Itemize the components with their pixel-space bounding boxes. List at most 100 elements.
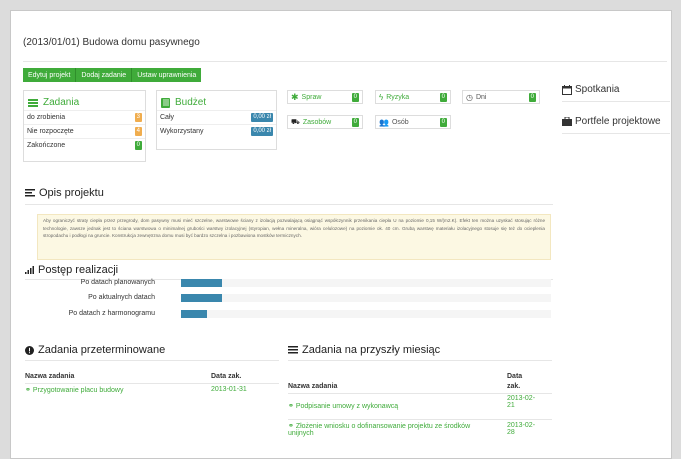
budget-box-header: Budżet xyxy=(157,91,276,110)
link-icon: ⚭ xyxy=(25,387,33,394)
tasks-row-todo[interactable]: do zrobienia 3 xyxy=(24,110,145,124)
stat-label: Zasobów xyxy=(302,118,332,126)
tasks-row-not-started[interactable]: Nie rozpoczęte 4 xyxy=(24,124,145,138)
count-badge: 3 xyxy=(134,113,142,122)
tasks-box-header: Zadania xyxy=(24,91,145,110)
portfolios-link[interactable]: Portfele projektowe xyxy=(562,116,661,127)
align-left-icon xyxy=(25,189,35,197)
overdue-heading: Zadania przeterminowane xyxy=(25,344,165,356)
project-page: (2013/01/01) Budowa domu pasywnego Edytu… xyxy=(10,10,672,459)
task-name-cont: unijnych xyxy=(288,430,314,437)
book-icon xyxy=(161,97,170,108)
stat-label-wrap: 👥 Osób xyxy=(379,118,409,127)
budget-row-label: Cały xyxy=(160,114,175,121)
overdue-title: Zadania przeterminowane xyxy=(38,344,166,356)
bolt-icon: ϟ xyxy=(379,92,384,102)
next-row-rule xyxy=(288,419,552,420)
stat-zasobow[interactable]: ⛟ Zasobów 0 xyxy=(287,115,363,129)
stat-osob[interactable]: 👥 Osób 0 xyxy=(375,115,451,129)
link-icon: ⚭ xyxy=(288,403,296,410)
tasks-box-title: Zadania xyxy=(43,97,80,108)
next-month-divider xyxy=(288,360,552,361)
next-task-link[interactable]: ⚭ Złożenie wniosku o dofinansowanie proj… xyxy=(288,422,470,437)
progress-fill xyxy=(181,279,222,287)
progress-track-planned xyxy=(181,279,551,287)
overdue-divider xyxy=(25,360,279,361)
toolbar: Edytuj projekt Dodaj zadanie Ustaw upraw… xyxy=(23,68,202,82)
briefcase-icon xyxy=(562,117,572,126)
task-name: Podpisanie umowy z wykonawcą xyxy=(295,403,399,410)
add-task-button[interactable]: Dodaj zadanie xyxy=(76,68,133,82)
amount-badge: 0,00 zł xyxy=(251,113,273,122)
date-line: 2013-02- xyxy=(507,422,536,429)
stat-ryzyka[interactable]: ϟ Ryzyka 0 xyxy=(375,90,451,104)
next-col-date-2: zak. xyxy=(507,383,521,390)
overdue-col-name: Nazwa zadania xyxy=(25,373,75,380)
progress-label-actual: Po aktualnych datach xyxy=(88,294,155,301)
next-col-name: Nazwa zadania xyxy=(288,383,338,390)
meetings-link[interactable]: Spotkania xyxy=(562,84,619,95)
list-icon xyxy=(288,346,298,354)
exclamation-circle-icon xyxy=(25,345,34,355)
tasks-row-label: Zakończone xyxy=(27,142,66,149)
next-month-title: Zadania na przyszły miesiąc xyxy=(302,344,441,356)
next-header-rule xyxy=(288,393,552,394)
count-badge: 4 xyxy=(134,127,142,136)
tasks-row-label: do zrobienia xyxy=(27,114,66,121)
stat-label: Osób xyxy=(391,118,409,126)
clock-icon: ◷ xyxy=(466,92,473,102)
tasks-row-label: Nie rozpoczęte xyxy=(27,128,74,135)
task-name: Przygotowanie placu budowy xyxy=(32,387,124,394)
budget-row-used: Wykorzystany 0,00 zł xyxy=(157,124,276,138)
count-badge: 0 xyxy=(134,141,142,150)
amount-badge: 0,00 zł xyxy=(251,127,273,136)
signal-bars-icon xyxy=(25,266,34,274)
users-icon: 👥 xyxy=(379,117,389,127)
tasks-row-finished[interactable]: Zakończone 0 xyxy=(24,138,145,152)
stat-label-wrap: ⛟ Zasobów xyxy=(291,118,331,127)
budget-summary-box: Budżet Cały 0,00 zł Wykorzystany 0,00 zł xyxy=(156,90,277,150)
stat-dni[interactable]: ◷ Dni 0 xyxy=(462,90,540,104)
title-divider xyxy=(23,61,667,62)
overdue-task-link[interactable]: ⚭ Przygotowanie placu budowy xyxy=(25,386,123,394)
asterisk-icon: ✱ xyxy=(291,91,299,102)
task-name: Złożenie wniosku o dofinansowanie projek… xyxy=(295,423,471,430)
tasks-list-icon xyxy=(28,98,38,107)
stat-label-wrap: ◷ Dni xyxy=(466,93,487,102)
stat-badge: 0 xyxy=(351,117,359,127)
progress-track-schedule xyxy=(181,310,551,318)
truck-icon: ⛟ xyxy=(291,118,300,126)
overdue-task-date: 2013-01-31 xyxy=(211,386,247,393)
progress-label-schedule: Po datach z harmonogramu xyxy=(68,310,155,317)
date-line: 21 xyxy=(507,402,515,409)
next-task-link[interactable]: ⚭ Podpisanie umowy z wykonawcą xyxy=(288,402,398,410)
description-title: Opis projektu xyxy=(39,187,104,199)
date-line: 2013-02- xyxy=(507,395,536,402)
stat-label-wrap: ϟ Ryzyka xyxy=(379,93,409,102)
progress-fill xyxy=(181,310,207,318)
set-permissions-button[interactable]: Ustaw uprawnienia xyxy=(132,68,202,82)
progress-fill xyxy=(181,294,222,302)
stat-badge: 0 xyxy=(439,117,447,127)
stat-badge: 0 xyxy=(351,92,359,102)
stat-label: Ryzyka xyxy=(386,93,410,101)
calendar-icon xyxy=(562,84,572,95)
next-month-heading: Zadania na przyszły miesiąc xyxy=(288,344,440,356)
stat-badge: 0 xyxy=(528,92,536,102)
stat-label: Spraw xyxy=(301,93,322,101)
description-divider xyxy=(25,204,553,205)
next-task-date: 2013-02- 28 xyxy=(507,422,535,436)
edit-project-button[interactable]: Edytuj projekt xyxy=(23,68,77,82)
tasks-summary-box: Zadania do zrobienia 3 Nie rozpoczęte 4 … xyxy=(23,90,146,162)
stat-spraw[interactable]: ✱ Spraw 0 xyxy=(287,90,363,104)
budget-row-total: Cały 0,00 zł xyxy=(157,110,276,124)
stat-label-wrap: ✱ Spraw xyxy=(291,92,321,103)
description-heading: Opis projektu xyxy=(25,187,104,199)
page-title: (2013/01/01) Budowa domu pasywnego xyxy=(23,37,200,48)
portfolios-label: Portfele projektowe xyxy=(575,116,661,127)
progress-label-planned: Po datach planowanych xyxy=(80,279,155,286)
link-icon: ⚭ xyxy=(288,423,296,430)
progress-track-actual xyxy=(181,294,551,302)
project-description: Aby ograniczyć straty ciepła przez przeg… xyxy=(37,214,551,260)
stat-label: Dni xyxy=(475,93,487,101)
